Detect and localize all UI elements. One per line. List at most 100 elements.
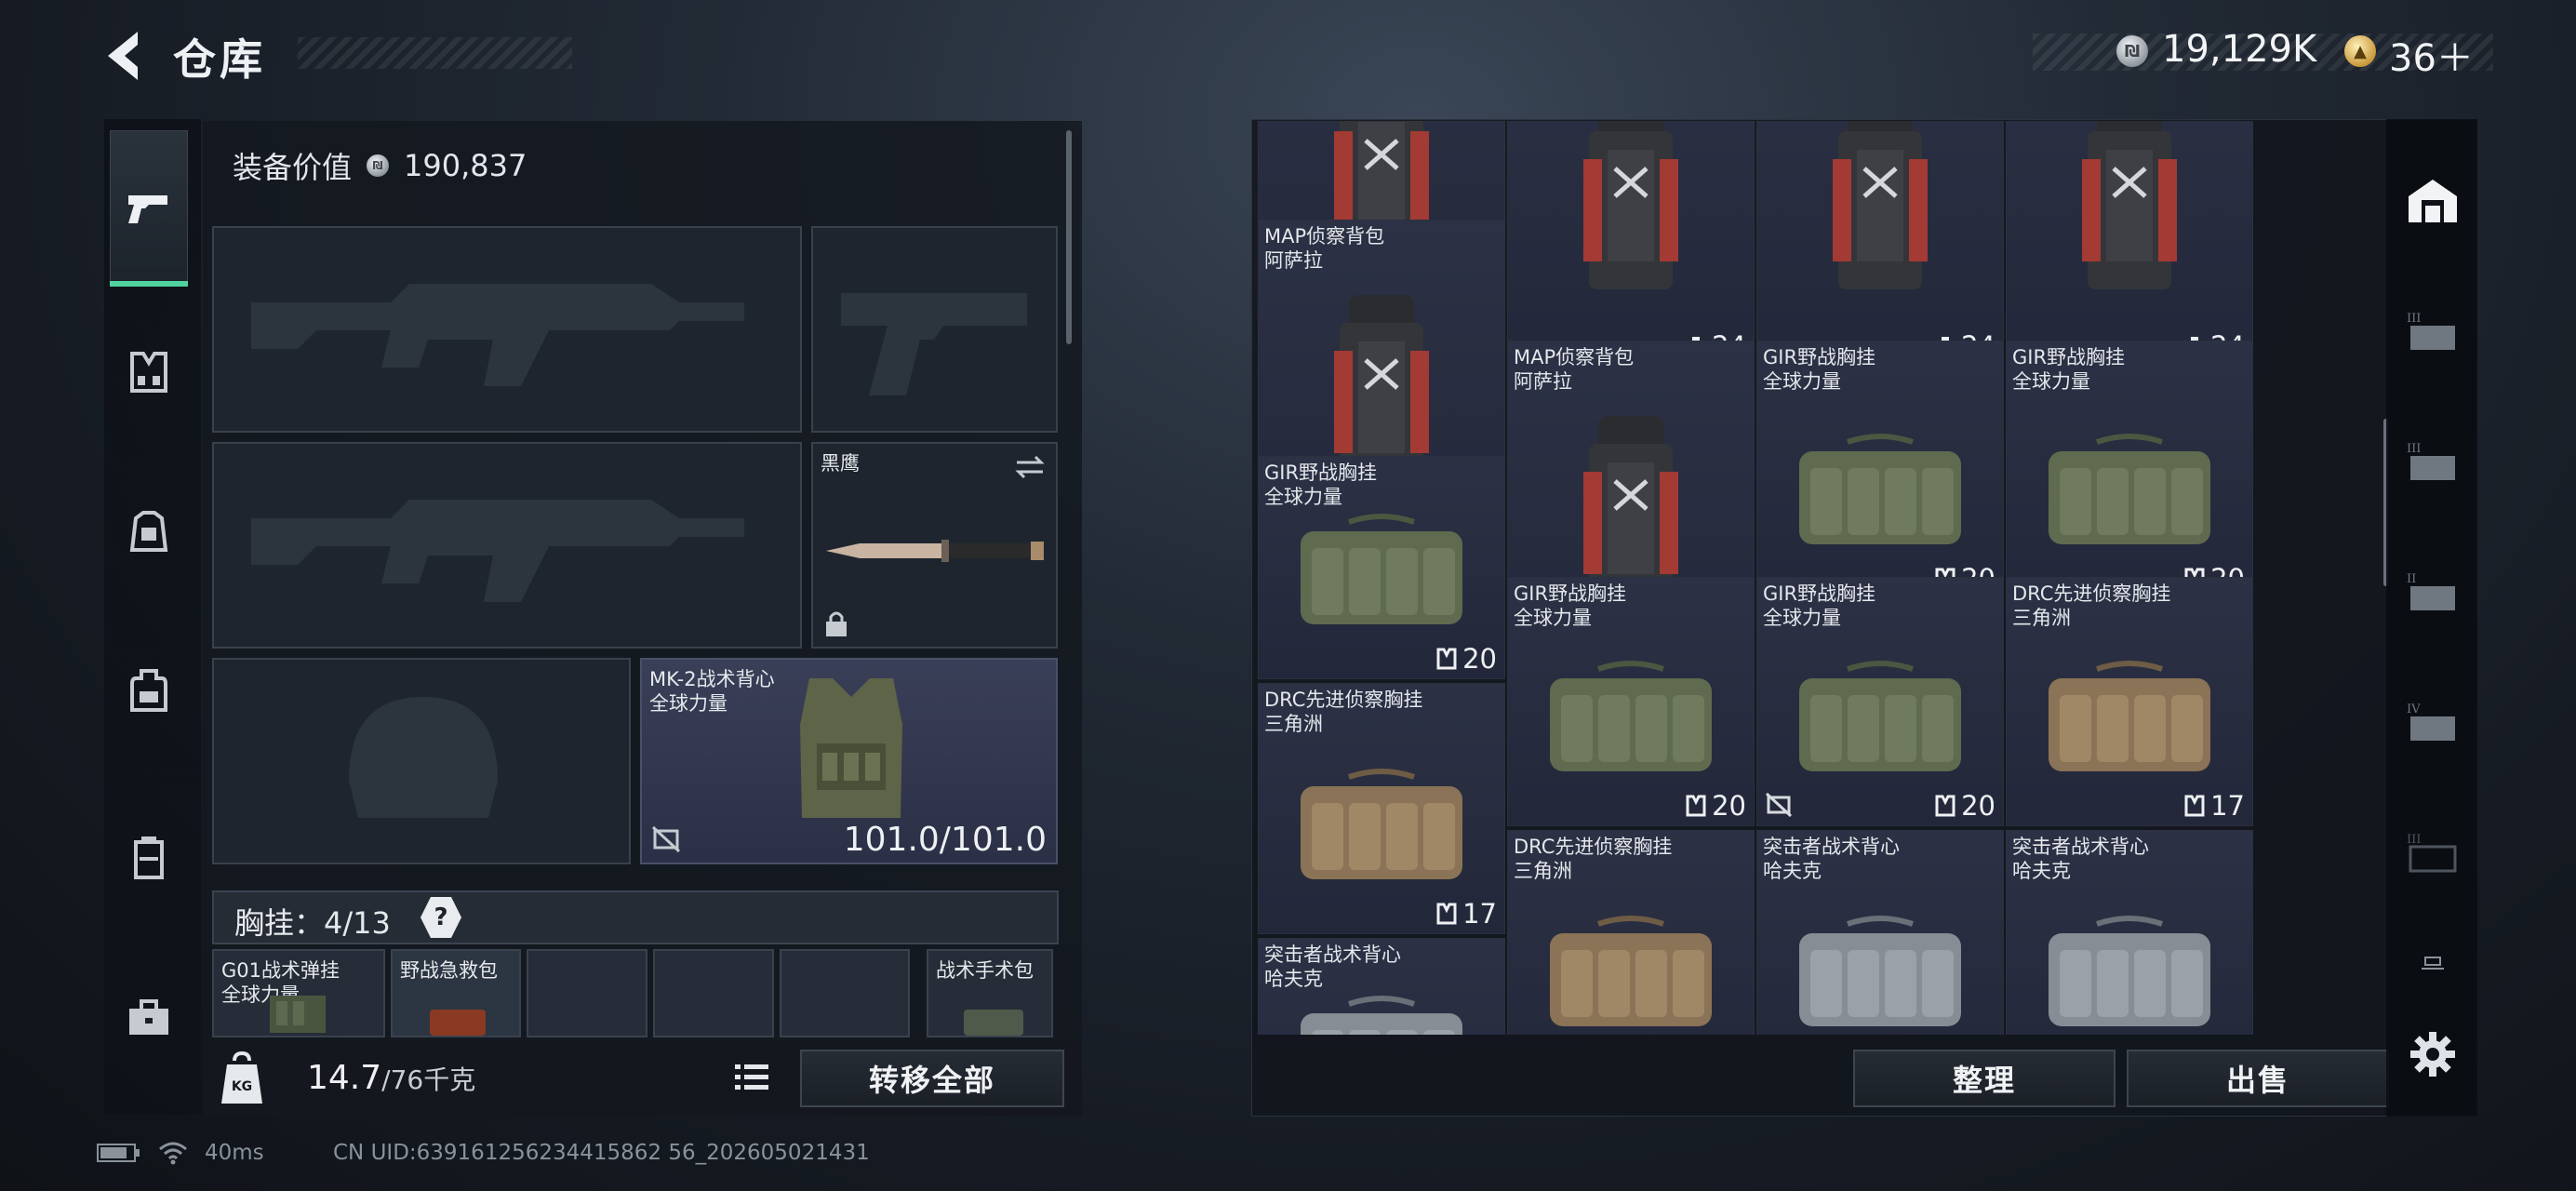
stash-item-name-line1: 突击者战术背心 bbox=[2012, 836, 2149, 858]
weight-icon: KG bbox=[221, 1051, 262, 1104]
stash-item[interactable]: GIR野战胸挂全球力量 20 bbox=[1507, 577, 1755, 826]
backpack-icon bbox=[2082, 121, 2177, 289]
stash-item-capacity: 20 bbox=[1436, 643, 1497, 675]
nav-weapons[interactable] bbox=[110, 130, 188, 287]
armor-name-line1: MK-2战术背心 bbox=[649, 668, 775, 690]
armor-icon bbox=[129, 511, 168, 552]
silver-coin-icon: ₪ bbox=[2116, 35, 2148, 67]
primary-weapon-slot[interactable] bbox=[212, 226, 802, 433]
stash-item-name: GIR野战胸挂 全球力量 bbox=[1264, 461, 1377, 509]
rig-item-name: 野战急救包 bbox=[400, 959, 498, 982]
secondary-weapon-slot[interactable] bbox=[212, 442, 802, 649]
stash-item[interactable]: GIR野战胸挂全球力量20 bbox=[1756, 341, 2004, 599]
stash-item-name-line2: 阿萨拉 bbox=[1514, 370, 1572, 393]
stash-item-name-line2: 全球力量 bbox=[1514, 607, 1592, 629]
ammo-rig-icon bbox=[270, 996, 326, 1033]
nav-backpack[interactable] bbox=[110, 651, 188, 729]
stash-item-name: GIR野战胸挂 全球力量 bbox=[1763, 345, 1875, 394]
organize-button[interactable]: 整理 bbox=[1853, 1050, 2116, 1107]
helmet-slot[interactable] bbox=[212, 658, 631, 864]
gold-coin-icon: ▲ bbox=[2344, 35, 2376, 67]
chest-rig-icon bbox=[2049, 661, 2210, 771]
first-aid-kit-icon bbox=[430, 1010, 486, 1036]
stash-item[interactable]: GIR野战胸挂全球力量 20 bbox=[1756, 577, 2004, 826]
melee-slot[interactable]: 黑鹰 bbox=[811, 442, 1058, 649]
loadout-scrollbar[interactable] bbox=[1066, 130, 1072, 344]
stash-item[interactable]: 阿萨拉24 bbox=[1756, 121, 2004, 367]
stash-item[interactable]: 突击者战术背心 哈夫克 bbox=[1756, 830, 2004, 1035]
stash-item-name-line1: GIR野战胸挂 bbox=[1763, 582, 1876, 605]
rig-empty-slot[interactable] bbox=[527, 949, 647, 1037]
equip-value-label: 装备价值 bbox=[233, 150, 353, 185]
stash-item-name: DRC先进侦察胸挂 三角洲 bbox=[1264, 688, 1422, 736]
gold-amount[interactable]: 36＋ bbox=[2389, 28, 2474, 82]
nav-rig[interactable] bbox=[110, 333, 188, 411]
title-stripe bbox=[298, 37, 572, 69]
stash-item[interactable]: 突击者战术背心 哈夫克 bbox=[2006, 830, 2253, 1035]
stash-item-name-line1: 突击者战术背心 bbox=[1264, 943, 1401, 966]
stash-tab-4[interactable]: IV bbox=[2391, 679, 2475, 763]
container-icon bbox=[134, 836, 164, 879]
back-icon[interactable] bbox=[100, 28, 147, 84]
stash-tab-3b[interactable]: III bbox=[2391, 419, 2475, 502]
stash-item-name-line1: MAP侦察背包 bbox=[1514, 346, 1635, 368]
chest-rig-count: 4/13 bbox=[324, 905, 391, 941]
stash-item-capacity-value: 17 bbox=[2210, 790, 2245, 822]
pistol-silhouette-icon bbox=[841, 293, 1027, 395]
nav-toolbox[interactable] bbox=[110, 979, 188, 1057]
armor-durability: 101.0/101.0 bbox=[843, 821, 1047, 859]
swap-icon[interactable] bbox=[1013, 453, 1047, 481]
stash-item-name-line2: 哈夫克 bbox=[1264, 968, 1323, 990]
nav-armor[interactable] bbox=[110, 493, 188, 571]
stash-tab-main[interactable] bbox=[2391, 158, 2475, 242]
rig-empty-slot[interactable] bbox=[780, 949, 910, 1037]
stash-item-name-line1: GIR野战胸挂 bbox=[2012, 346, 2126, 368]
stash-tab-2[interactable]: II bbox=[2391, 549, 2475, 633]
stash-item[interactable]: DRC先进侦察胸挂 三角洲 17 bbox=[2006, 577, 2253, 826]
page-title: 仓库 bbox=[173, 34, 266, 85]
svg-text:IV: IV bbox=[2407, 703, 2421, 716]
ping: 40ms bbox=[205, 1141, 264, 1165]
stash-item[interactable]: 突击者战术背心 哈夫克 bbox=[1258, 938, 1505, 1035]
stash-item-name-line2: 全球力量 bbox=[1264, 486, 1342, 508]
sell-button[interactable]: 出售 bbox=[2127, 1050, 2389, 1107]
stash-item-capacity: 20 bbox=[1935, 790, 1995, 822]
stash-item-name: GIR野战胸挂 全球力量 bbox=[2012, 345, 2125, 394]
chest-rig-icon bbox=[1550, 661, 1712, 771]
stash-item[interactable]: 阿萨拉24 bbox=[2006, 121, 2253, 367]
transfer-all-button[interactable]: 转移全部 bbox=[800, 1050, 1064, 1107]
rig-item-slot[interactable]: 战术手术包 bbox=[927, 949, 1053, 1037]
rig-empty-slot[interactable] bbox=[653, 949, 774, 1037]
rig-item-slot[interactable]: G01战术弹挂 全球力量 bbox=[212, 949, 385, 1037]
stash-item[interactable]: 阿萨拉24 bbox=[1507, 121, 1755, 367]
rig-item-name: G01战术弹挂 bbox=[221, 959, 340, 982]
stash-item-name-line1: 突击者战术背心 bbox=[1763, 836, 1900, 858]
stash-item-capacity-value: 20 bbox=[1712, 790, 1746, 822]
stash-item[interactable]: DRC先进侦察胸挂 三角洲 bbox=[1507, 830, 1755, 1035]
nav-container[interactable] bbox=[110, 819, 188, 897]
stash-tab-expand[interactable] bbox=[2391, 944, 2475, 982]
rig-item-slot[interactable]: 野战急救包 bbox=[391, 949, 521, 1037]
svg-text:III: III bbox=[2407, 833, 2421, 847]
stash-item[interactable]: DRC先进侦察胸挂 三角洲 17 bbox=[1258, 683, 1505, 934]
weight-current: 14.7 bbox=[307, 1059, 382, 1097]
user-uid: CN UID:639161256234415862 56_20260502143… bbox=[333, 1141, 870, 1165]
stash-item-name: 突击者战术背心 哈夫克 bbox=[1763, 835, 1900, 883]
equip-value: 装备价值 ₪ 190,837 bbox=[233, 144, 527, 187]
stash-tab-3a[interactable]: III bbox=[2391, 288, 2475, 372]
chest-rig-icon bbox=[1799, 661, 1961, 771]
stash-item[interactable]: GIR野战胸挂全球力量 20 bbox=[1258, 456, 1505, 679]
stash-item-name: GIR野战胸挂 全球力量 bbox=[1763, 582, 1875, 630]
rig-capacity-icon bbox=[2184, 795, 2205, 817]
stash-item-name-line1: MAP侦察背包 bbox=[1264, 225, 1385, 248]
pistol-slot[interactable] bbox=[811, 226, 1058, 433]
stash-item-name: MAP侦察背包 阿萨拉 bbox=[1264, 224, 1384, 273]
stash-item[interactable]: GIR野战胸挂全球力量20 bbox=[2006, 341, 2253, 599]
stash-tab-3c[interactable]: III bbox=[2391, 810, 2475, 893]
armor-slot[interactable]: MK-2战术背心 全球力量 101.0/101.0 bbox=[640, 658, 1058, 864]
stash-item-name: GIR野战胸挂 全球力量 bbox=[1514, 582, 1626, 630]
chest-rig-icon bbox=[1301, 996, 1462, 1035]
list-view-button[interactable] bbox=[726, 1051, 778, 1104]
gun-case-icon: III bbox=[2407, 312, 2455, 350]
settings-button[interactable] bbox=[2391, 1012, 2475, 1096]
